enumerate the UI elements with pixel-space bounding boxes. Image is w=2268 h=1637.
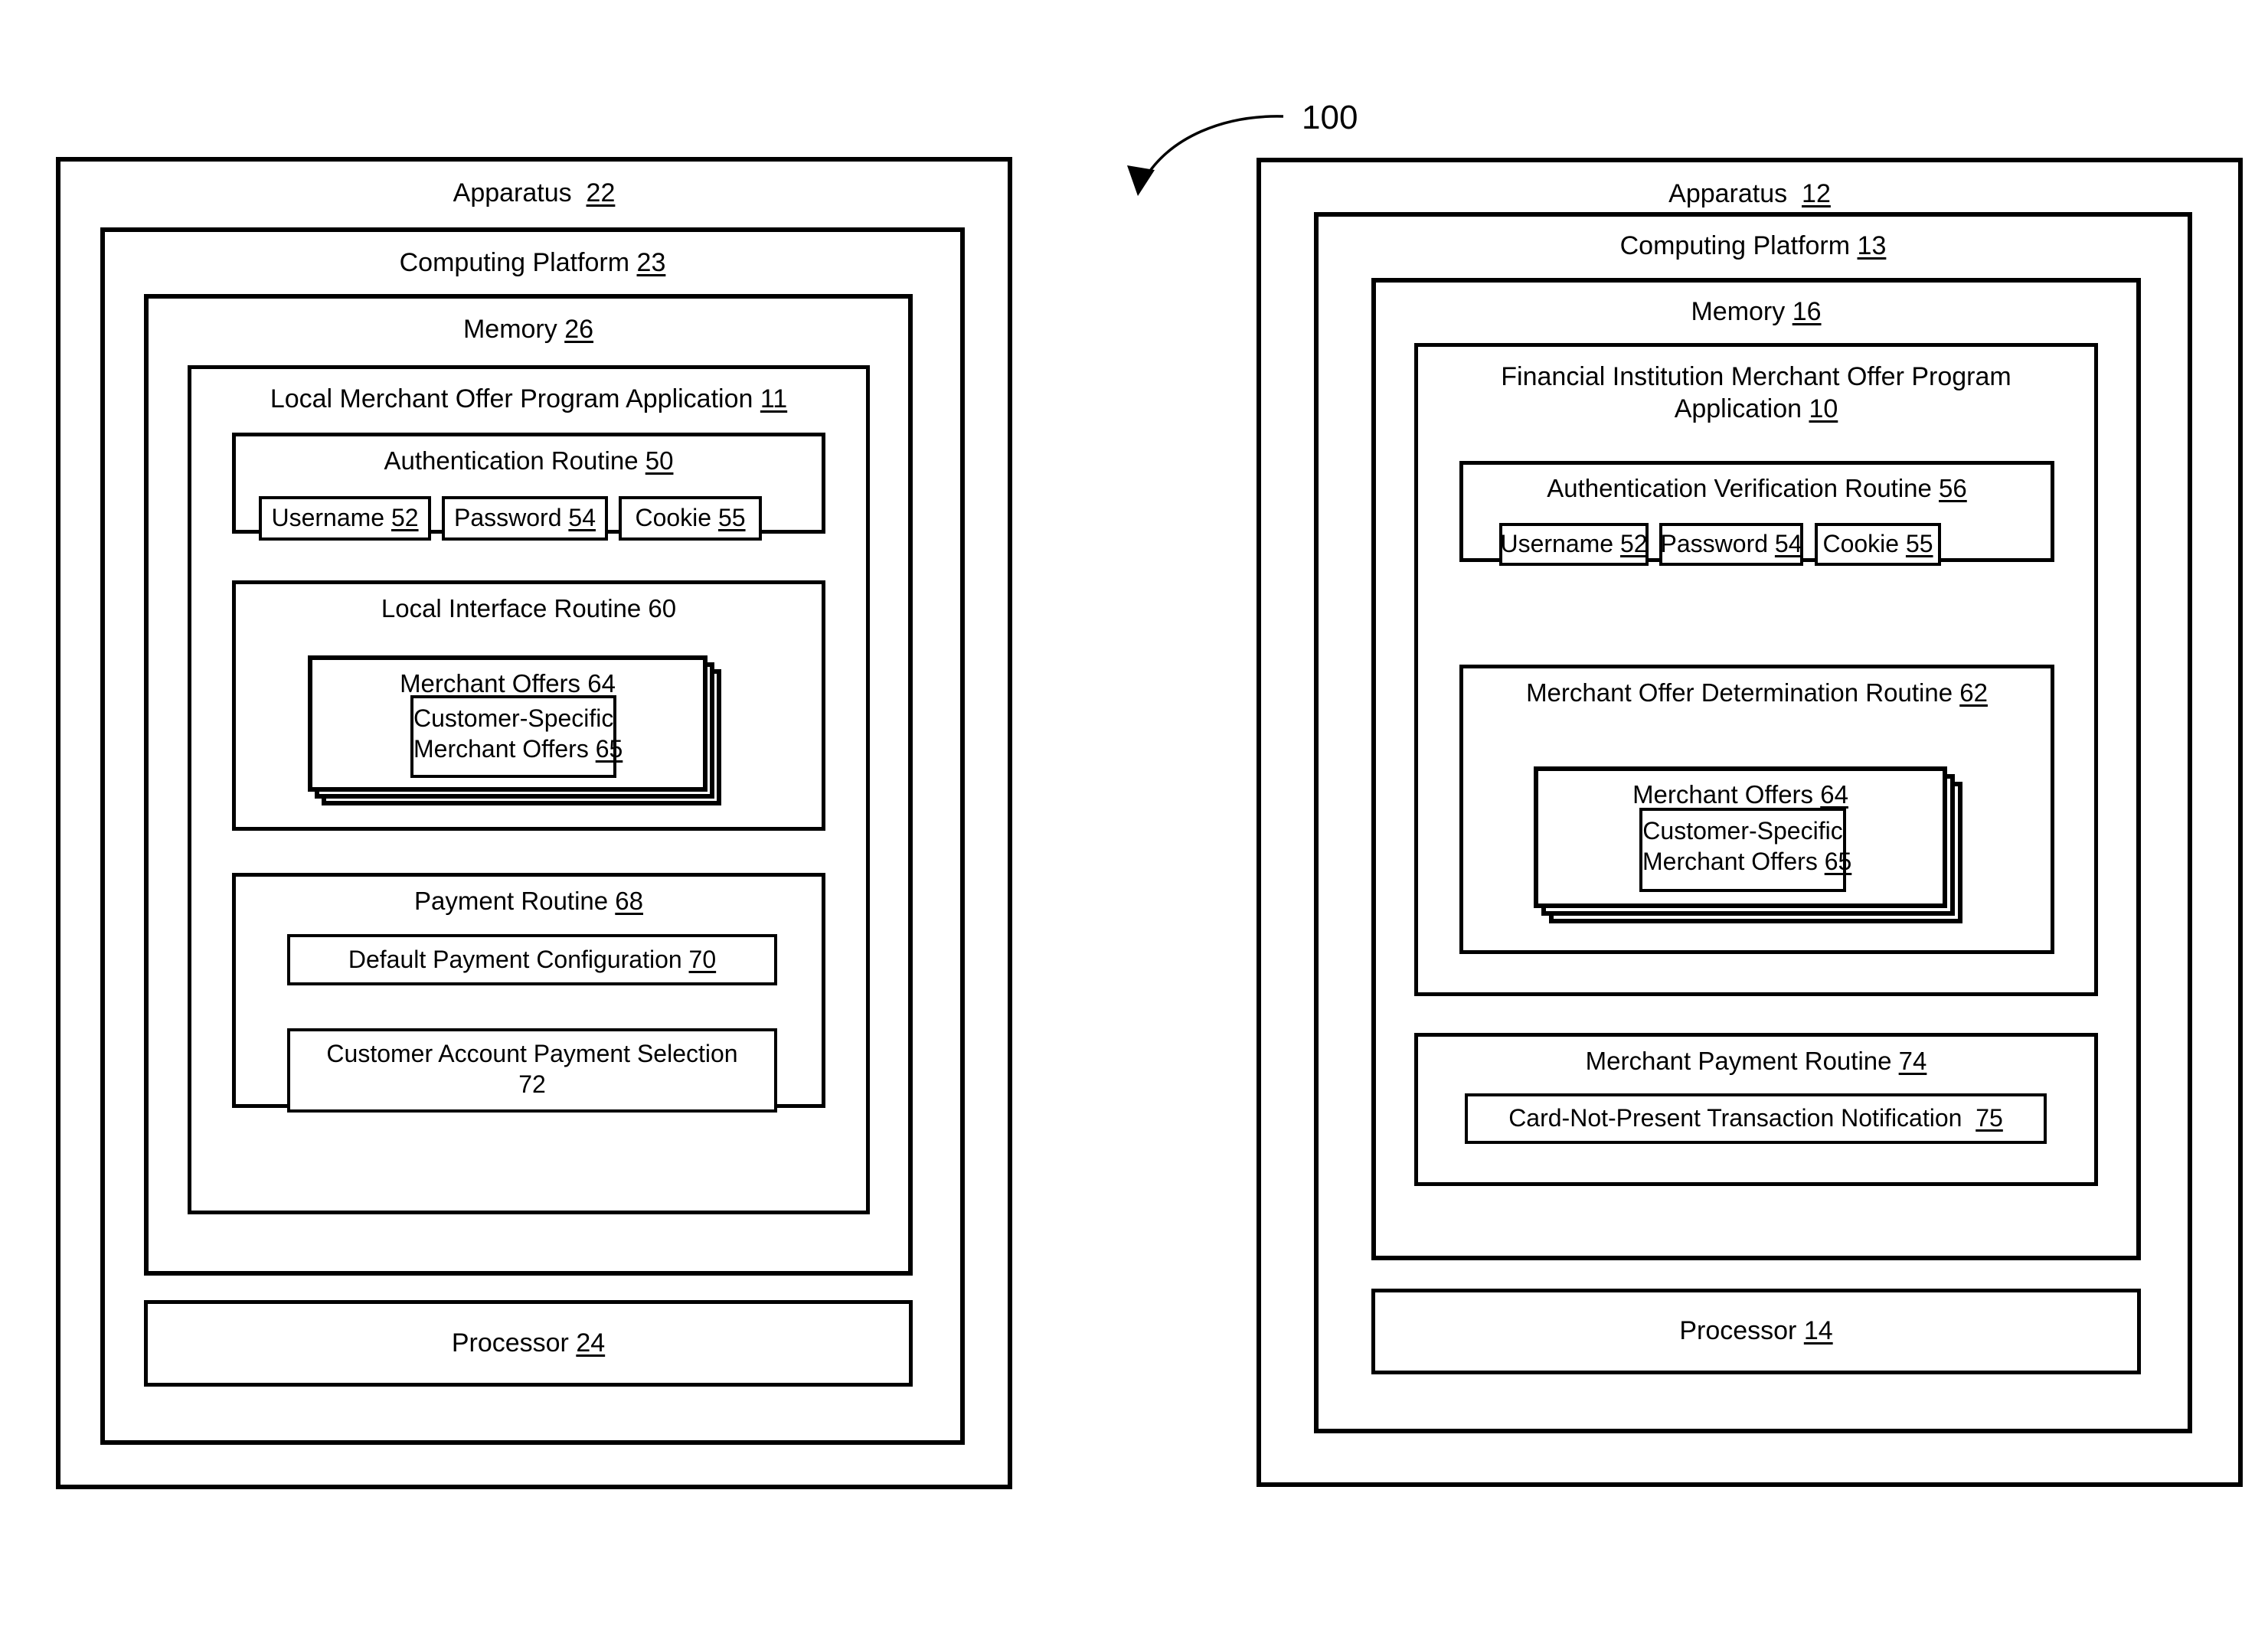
right-auth-field-cookie: Cookie 55 xyxy=(1815,523,1941,566)
right-auth-field-username-label: Username 52 xyxy=(1500,530,1648,558)
left-auth-field-password-label: Password 54 xyxy=(454,504,596,532)
right-computing-platform-label: Computing Platform 13 xyxy=(1619,231,1887,260)
left-apparatus-label: Apparatus 22 xyxy=(453,178,616,207)
left-customer-specific-offers-line2: Merchant Offers 65 xyxy=(413,735,623,763)
left-customer-account-payment-selection-line1: Customer Account Payment Selection xyxy=(326,1040,738,1067)
left-auth-field-password: Password 54 xyxy=(442,496,608,541)
left-customer-account-payment-selection-box: Customer Account Payment Selection 72 xyxy=(287,1028,777,1113)
right-application-line2: Application 10 xyxy=(1674,394,1838,423)
right-merchant-payment-routine-label: Merchant Payment Routine 74 xyxy=(1585,1047,1927,1075)
left-payment-routine-label: Payment Routine 68 xyxy=(413,887,644,915)
left-default-payment-configuration-box: Default Payment Configuration 70 xyxy=(287,934,777,985)
left-application-label: Local Merchant Offer Program Application… xyxy=(270,384,788,413)
right-authentication-verification-routine-label: Authentication Verification Routine 56 xyxy=(1547,474,1967,502)
right-auth-field-cookie-label: Cookie 55 xyxy=(1822,530,1933,558)
right-processor-label: Processor 14 xyxy=(1679,1316,1833,1346)
right-memory-label: Memory 16 xyxy=(1691,297,1822,326)
right-card-not-present-notification-box: Card-Not-Present Transaction Notificatio… xyxy=(1465,1093,2047,1144)
right-auth-field-username: Username 52 xyxy=(1499,523,1649,566)
right-auth-field-password: Password 54 xyxy=(1659,523,1803,566)
left-local-interface-routine-label: Local Interface Routine 60 xyxy=(381,594,677,622)
left-merchant-offers-label: Merchant Offers 64 xyxy=(400,669,616,698)
right-auth-field-password-label: Password 54 xyxy=(1660,530,1802,558)
right-merchant-offers-label: Merchant Offers 64 xyxy=(1632,780,1848,809)
left-default-payment-configuration-label: Default Payment Configuration 70 xyxy=(348,945,717,973)
right-processor-box: Processor 14 xyxy=(1371,1289,2141,1374)
left-processor-box: Processor 24 xyxy=(144,1300,913,1387)
right-application-line1: Financial Institution Merchant Offer Pro… xyxy=(1501,362,2011,391)
left-customer-specific-offers-box: Customer-Specific Merchant Offers 65 xyxy=(410,695,623,778)
left-computing-platform-label: Computing Platform 23 xyxy=(399,248,666,277)
left-processor-label: Processor 24 xyxy=(451,1328,606,1358)
left-auth-field-cookie: Cookie 55 xyxy=(619,496,762,541)
right-card-not-present-notification-label: Card-Not-Present Transaction Notificatio… xyxy=(1508,1104,2003,1132)
right-apparatus-label: Apparatus 12 xyxy=(1668,179,1831,208)
right-customer-specific-offers-line1: Customer-Specific xyxy=(1642,817,1843,845)
left-authentication-routine-label: Authentication Routine 50 xyxy=(384,446,674,475)
right-merchant-offer-determination-routine-label: Merchant Offer Determination Routine 62 xyxy=(1526,678,1988,707)
figure-reference-numeral: 100 xyxy=(1302,99,1358,136)
right-customer-specific-offers-box: Customer-Specific Merchant Offers 65 xyxy=(1639,808,1852,892)
left-auth-field-username-label: Username 52 xyxy=(271,504,419,532)
left-customer-account-payment-selection-line2: 72 xyxy=(518,1070,546,1098)
left-auth-field-cookie-label: Cookie 55 xyxy=(635,504,746,532)
left-customer-specific-offers-line1: Customer-Specific xyxy=(413,704,614,732)
right-customer-specific-offers-line2: Merchant Offers 65 xyxy=(1642,848,1852,875)
left-auth-field-username: Username 52 xyxy=(259,496,431,541)
left-memory-label: Memory 26 xyxy=(462,315,594,344)
